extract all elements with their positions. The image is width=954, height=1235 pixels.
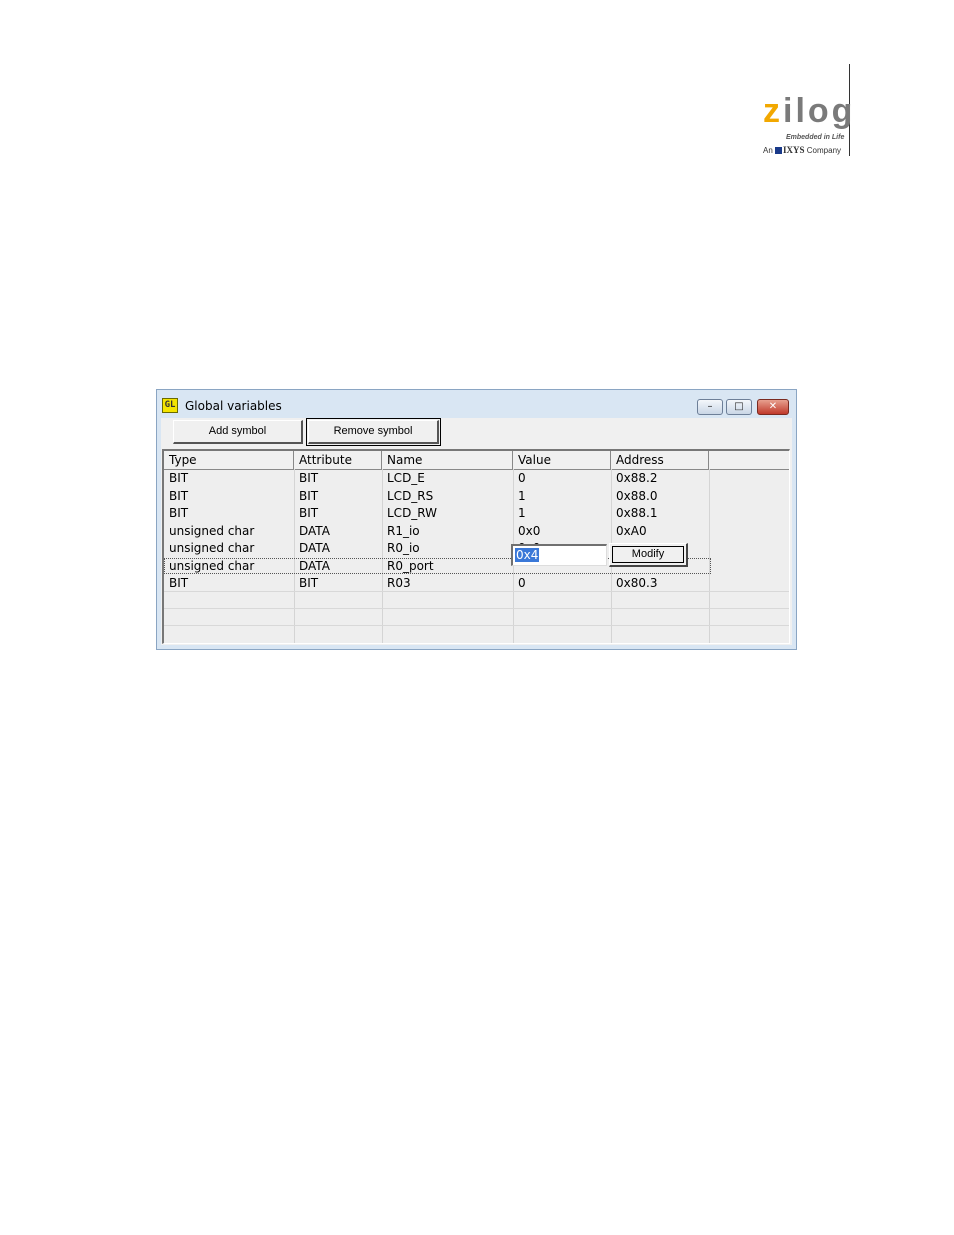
column-header-name[interactable]: Name	[382, 451, 513, 469]
cell-type: BIT	[169, 488, 189, 503]
table-header: Type Attribute Name Value Address	[164, 451, 789, 470]
cell-type: BIT	[169, 506, 189, 520]
logo-tagline: Embedded in Life	[786, 134, 845, 141]
maximize-button[interactable]: □	[726, 399, 752, 415]
remove-symbol-button[interactable]: Remove symbol	[306, 418, 441, 446]
cell-attribute: DATA	[299, 541, 330, 555]
cell-name: R0_io	[387, 541, 420, 555]
window-client: Add symbol Remove symbol Type Attribute …	[161, 418, 792, 645]
value-edit-selection: 0x4	[515, 548, 540, 562]
cell-value: 1	[518, 488, 526, 503]
cell-address: 0x88.2	[616, 471, 658, 485]
close-button[interactable]: ✕	[757, 399, 789, 415]
table-row[interactable]: unsigned char DATA R1_io 0x0 0xA0	[164, 523, 789, 541]
cell-attribute: DATA	[299, 558, 330, 573]
cell-name: LCD_E	[387, 471, 425, 485]
table-row[interactable]: BIT BIT LCD_RS 1 0x88.0	[164, 488, 789, 506]
column-header-address[interactable]: Address	[611, 451, 709, 469]
cell-address: 0x88.1	[616, 506, 658, 520]
cell-value: 0	[518, 471, 526, 485]
table-row[interactable]: unsigned char DATA R0_io 0x0 0x98	[164, 540, 789, 558]
table-row[interactable]: BIT BIT LCD_E 0 0x88.2	[164, 470, 789, 488]
column-header-attribute[interactable]: Attribute	[294, 451, 382, 469]
cell-type: BIT	[169, 471, 189, 485]
cell-name: LCD_RW	[387, 506, 438, 520]
column-header-type[interactable]: Type	[164, 451, 294, 469]
table-row[interactable]: BIT BIT R03 0 0x80.3	[164, 575, 789, 593]
cell-name: LCD_RS	[387, 488, 434, 503]
cell-type: unsigned char	[169, 541, 255, 555]
cell-attribute: BIT	[299, 471, 319, 485]
cell-type: unsigned char	[169, 523, 255, 538]
cell-address: 0x88.0	[616, 488, 658, 503]
cell-value: 0	[518, 576, 526, 590]
cell-name: R1_io	[387, 523, 420, 538]
cell-name: R0_port	[387, 558, 434, 573]
value-edit-field[interactable]: 0x4	[511, 544, 607, 566]
logo-company-line: An IXYS Company	[763, 145, 842, 155]
cell-type: BIT	[169, 576, 189, 590]
cell-type: unsigned char	[169, 558, 255, 573]
variables-table[interactable]: Type Attribute Name Value Address BIT BI…	[162, 449, 790, 644]
logo-wordmark: zilog	[763, 92, 856, 130]
modify-button[interactable]: Modify	[609, 543, 688, 567]
maximize-icon: □	[734, 401, 744, 412]
cell-attribute: DATA	[299, 523, 330, 538]
column-header-value[interactable]: Value	[513, 451, 611, 469]
app-icon: GL	[162, 398, 178, 413]
table-row-selected[interactable]: unsigned char DATA R0_port	[164, 557, 789, 576]
grid-line	[164, 625, 789, 626]
cell-value: 1	[518, 506, 526, 520]
cell-attribute: BIT	[299, 576, 319, 590]
cell-value: 0x0	[518, 523, 541, 538]
cell-address: 0xA0	[616, 523, 647, 538]
global-variables-window: GL Global variables – □ ✕ Add symbol Rem…	[156, 389, 797, 650]
grid-line	[164, 608, 789, 609]
title-bar[interactable]: GL Global variables – □ ✕	[157, 390, 796, 418]
cell-name: R03	[387, 576, 411, 590]
table-row[interactable]: BIT BIT LCD_RW 1 0x88.1	[164, 505, 789, 523]
ixys-mark-icon	[775, 147, 783, 154]
add-symbol-button[interactable]: Add symbol	[173, 420, 303, 444]
window-title: Global variables	[185, 399, 282, 413]
minimize-icon: –	[707, 401, 713, 412]
minimize-button[interactable]: –	[697, 399, 723, 415]
close-icon: ✕	[768, 401, 778, 412]
cell-address: 0x80.3	[616, 576, 658, 590]
cell-attribute: BIT	[299, 488, 319, 503]
cell-attribute: BIT	[299, 506, 319, 520]
